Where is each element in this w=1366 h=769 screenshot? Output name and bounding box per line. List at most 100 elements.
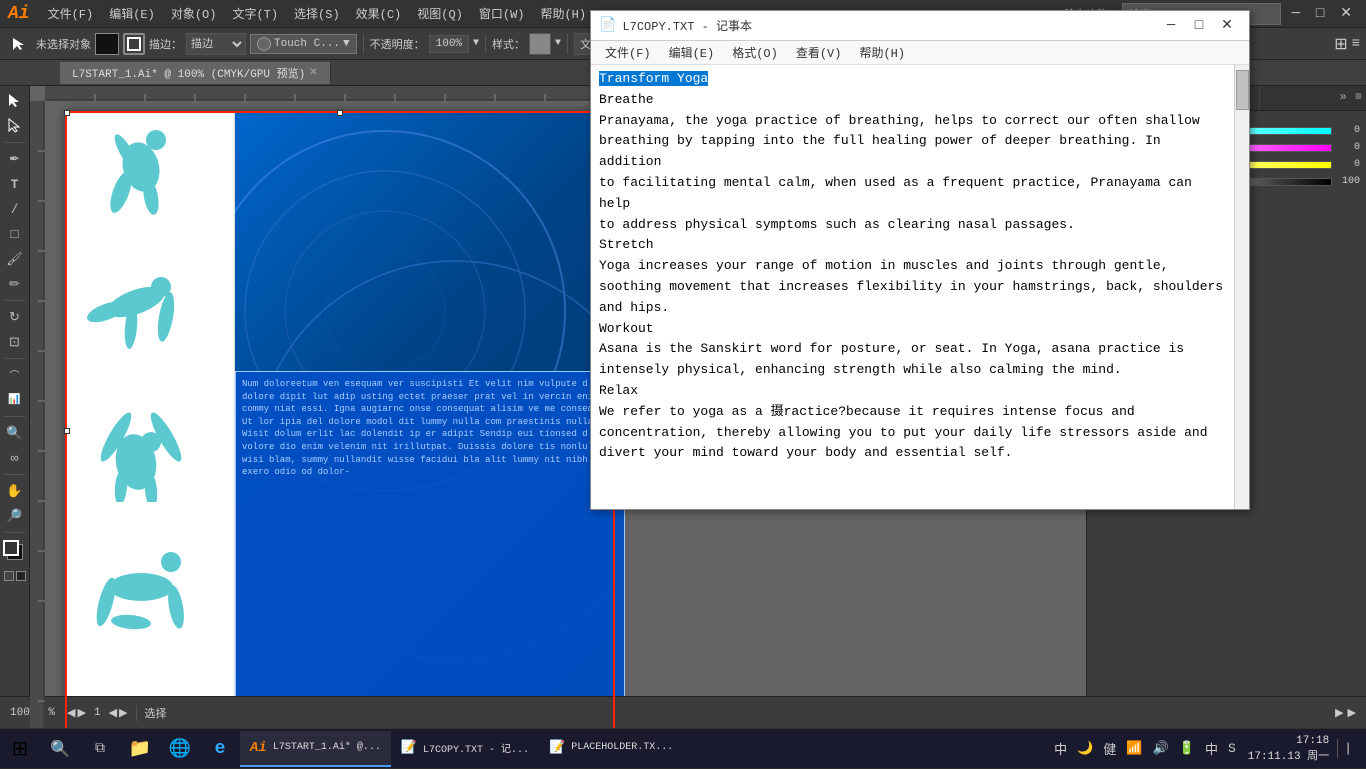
- menu-effect[interactable]: 效果(C): [350, 3, 408, 24]
- direct-select-tool[interactable]: [4, 115, 26, 137]
- menu-view[interactable]: 视图(Q): [411, 3, 469, 24]
- sys-icon-chinese[interactable]: 中: [1050, 737, 1071, 760]
- taskbar-time[interactable]: 17:18 17:11.13 周一: [1242, 735, 1335, 763]
- ai-taskbar-icon: Ai: [250, 740, 267, 756]
- sys-input-icon[interactable]: S: [1224, 739, 1240, 758]
- edge-icon[interactable]: e: [200, 729, 240, 769]
- line-tool[interactable]: /: [4, 198, 26, 220]
- graph-tool[interactable]: 📊: [4, 389, 26, 411]
- scale-tool[interactable]: ⊡: [4, 331, 26, 353]
- menu-edit[interactable]: 编辑(E): [103, 3, 161, 24]
- zoom-next[interactable]: ▶: [77, 706, 85, 720]
- pen-tool[interactable]: ✒: [4, 148, 26, 170]
- win-minimize[interactable]: ─: [1285, 6, 1305, 22]
- panel-expand[interactable]: »: [1336, 86, 1351, 110]
- zoom-prev[interactable]: ◀: [67, 706, 75, 720]
- np-menu-file[interactable]: 文件(F): [597, 42, 659, 63]
- hand-tool[interactable]: ✋: [4, 480, 26, 502]
- sys-battery-icon[interactable]: 🔋: [1175, 739, 1199, 758]
- menu-window[interactable]: 窗口(W): [473, 3, 531, 24]
- np-line-3: to facilitating mental calm, when used a…: [599, 175, 1192, 211]
- stroke-dropdown[interactable]: 描边: [186, 33, 246, 55]
- pencil-tool[interactable]: ✏: [4, 273, 26, 295]
- show-desktop-btn[interactable]: |: [1337, 739, 1356, 758]
- menu-object[interactable]: 对象(O): [165, 3, 223, 24]
- menu-file[interactable]: 文件(F): [42, 3, 100, 24]
- sys-icon-moon[interactable]: 🌙: [1073, 739, 1097, 758]
- page-prev[interactable]: ◀: [109, 706, 117, 720]
- sys-speaker-icon[interactable]: 🔊: [1149, 739, 1173, 758]
- style-dropdown[interactable]: ▼: [555, 38, 561, 49]
- align-right-icon[interactable]: ≡: [1352, 36, 1360, 52]
- sys-ime-icon[interactable]: 中: [1201, 737, 1222, 760]
- opacity-label: 不透明度：: [370, 36, 425, 52]
- file-explorer-icon[interactable]: 📁: [120, 729, 160, 769]
- sys-icon-health[interactable]: 健: [1099, 737, 1120, 760]
- style-swatch[interactable]: [529, 33, 551, 55]
- page-num[interactable]: 1: [94, 707, 101, 719]
- zoom-tool[interactable]: 🔎: [4, 505, 26, 527]
- doc-tab[interactable]: L7START_1.Ai* @ 100% (CMYK/GPU 预览) ✕: [60, 62, 331, 84]
- notepad-minimize-btn[interactable]: ─: [1157, 12, 1185, 40]
- tab-close-btn[interactable]: ✕: [309, 67, 317, 79]
- selection-tool[interactable]: [4, 90, 26, 112]
- separator-1: [363, 34, 364, 54]
- y-value[interactable]: 0: [1336, 159, 1360, 170]
- taskbar-notepad1[interactable]: 📝 L7COPY.TXT - 记...: [391, 731, 539, 767]
- panel-menu[interactable]: ≡: [1351, 86, 1366, 110]
- np-menu-help[interactable]: 帮助(H): [851, 42, 913, 63]
- m-value[interactable]: 0: [1336, 142, 1360, 153]
- doc-tab-title: L7START_1.Ai* @ 100% (CMYK/GPU 预览): [72, 65, 305, 81]
- opacity-dropdown[interactable]: ▼: [473, 38, 479, 49]
- blend-tool[interactable]: ∞: [4, 447, 26, 469]
- warp-tool[interactable]: ⌒: [4, 364, 26, 386]
- type-tool[interactable]: T: [4, 173, 26, 195]
- eyedropper-tool[interactable]: 🔍: [4, 422, 26, 444]
- shape-tool[interactable]: □: [4, 223, 26, 245]
- sys-wifi-icon[interactable]: 📶: [1122, 739, 1146, 758]
- panel-icons: » ≡: [1336, 86, 1366, 110]
- color-mode-btn[interactable]: [4, 571, 14, 581]
- touch-dropdown[interactable]: Touch C... ▼: [250, 34, 357, 54]
- opacity-value[interactable]: 100%: [429, 35, 469, 53]
- rotate-tool[interactable]: ↻: [4, 306, 26, 328]
- notepad-maximize-btn[interactable]: □: [1185, 12, 1213, 40]
- np-menu-format[interactable]: 格式(O): [724, 42, 786, 63]
- notepad-titlebar[interactable]: 📄 L7COPY.TXT - 记事本 ─ □ ✕: [591, 11, 1249, 41]
- np-menu-view[interactable]: 查看(V): [788, 42, 850, 63]
- touch-dropdown-arrow[interactable]: ▼: [343, 38, 350, 50]
- menu-help[interactable]: 帮助(H): [534, 3, 592, 24]
- status-scroll-right[interactable]: ▶: [1348, 706, 1356, 720]
- notepad-close-btn[interactable]: ✕: [1213, 12, 1241, 40]
- page-next[interactable]: ▶: [119, 706, 127, 720]
- task-view-button[interactable]: ⧉: [80, 729, 120, 769]
- text-overlay[interactable]: Num doloreetum ven esequam ver suscipist…: [235, 371, 625, 728]
- taskbar-notepad2[interactable]: 📝 PLACEHOLDER.TX...: [539, 731, 683, 767]
- fill-color[interactable]: [95, 33, 119, 55]
- stroke-color[interactable]: [123, 33, 145, 55]
- search-button[interactable]: 🔍: [40, 729, 80, 769]
- np-menu-edit[interactable]: 编辑(E): [661, 42, 723, 63]
- left-toolbox: ✒ T / □ 🖌 ✏ ↻ ⊡ ⌒ 📊 🔍 ∞ ✋ 🔎: [0, 86, 30, 728]
- taskbar-illustrator[interactable]: Ai L7START_1.Ai* @...: [240, 731, 391, 767]
- grid-icon[interactable]: ⊞: [1334, 34, 1347, 54]
- menu-select[interactable]: 选择(S): [288, 3, 346, 24]
- selection-status: 选择: [145, 705, 167, 721]
- c-value[interactable]: 0: [1336, 125, 1360, 136]
- win-close[interactable]: ✕: [1334, 5, 1358, 22]
- browser-icon[interactable]: 🌐: [160, 729, 200, 769]
- menu-text[interactable]: 文字(T): [226, 3, 284, 24]
- fill-stroke-colors[interactable]: [3, 540, 27, 564]
- notepad-content[interactable]: Transform Yoga Breathe Pranayama, the yo…: [591, 65, 1249, 509]
- notepad-menubar: 文件(F) 编辑(E) 格式(O) 查看(V) 帮助(H): [591, 41, 1249, 65]
- select-tool[interactable]: [6, 34, 32, 54]
- start-button[interactable]: ⊞: [0, 729, 40, 769]
- k-value[interactable]: 100: [1336, 176, 1360, 187]
- none-mode-btn[interactable]: [16, 571, 26, 581]
- notepad-scrollbar[interactable]: [1234, 65, 1249, 509]
- scrollbar-thumb[interactable]: [1236, 70, 1249, 110]
- np-line-9: Workout: [599, 321, 654, 336]
- paintbrush-tool[interactable]: 🖌: [4, 248, 26, 270]
- win-restore[interactable]: □: [1310, 6, 1330, 22]
- status-artboard[interactable]: ▶: [1335, 706, 1343, 720]
